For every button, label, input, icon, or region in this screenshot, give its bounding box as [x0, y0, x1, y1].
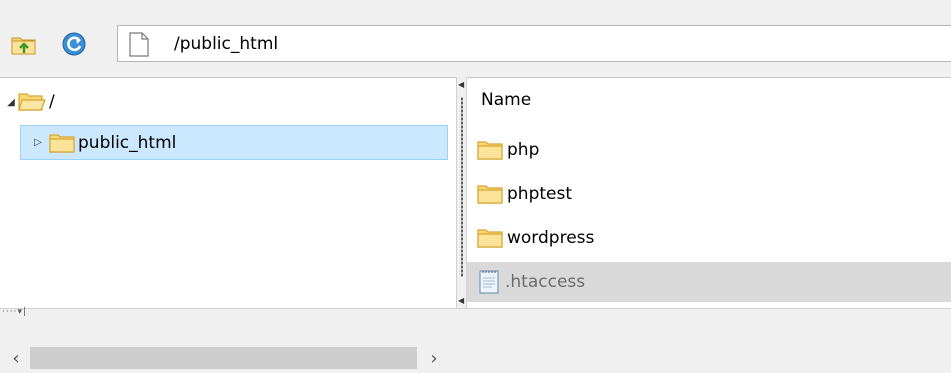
file-name: phptest [507, 184, 573, 204]
folder-open-icon [18, 93, 46, 111]
scroll-left-icon[interactable]: ‹ [6, 348, 26, 369]
collapse-right-icon[interactable]: ◀ [458, 296, 464, 305]
folder-up-icon[interactable] [10, 30, 38, 58]
file-name: .htaccess [505, 272, 586, 292]
file-name: wordpress [507, 228, 595, 248]
tree-item-public-html[interactable]: ▷ public_html [20, 125, 448, 160]
file-row-php[interactable]: php [467, 130, 951, 170]
grip-dropdown-icon[interactable]: ····▾| [2, 307, 27, 317]
file-name: php [507, 140, 540, 160]
file-row-htaccess[interactable]: .htaccess [467, 262, 951, 302]
scrollbar-thumb[interactable] [30, 347, 417, 369]
folder-tree-pane: ◢ / ▷ public_html ‹ › [0, 77, 456, 373]
folder-icon [477, 185, 503, 204]
collapsed-triangle-icon[interactable]: ▷ [31, 137, 45, 148]
tree-root-item[interactable]: ◢ / [4, 87, 55, 117]
tree-root-label: / [49, 92, 55, 112]
tree-item-label: public_html [78, 132, 177, 153]
bottom-strip: ····▾| [0, 307, 951, 321]
refresh-icon[interactable] [60, 30, 88, 58]
horizontal-scrollbar[interactable]: ‹ › [0, 343, 456, 373]
folder-icon [477, 141, 503, 160]
folder-icon [49, 133, 75, 153]
pane-splitter[interactable]: ◀ ◀ [456, 77, 467, 308]
splitter-grip [461, 97, 463, 277]
expanded-triangle-icon[interactable]: ◢ [4, 97, 18, 108]
file-list-pane: Name php phptest wordpress .htaccess [467, 77, 951, 309]
path-field[interactable] [117, 25, 951, 62]
column-header-name[interactable]: Name [481, 90, 531, 110]
file-row-wordpress[interactable]: wordpress [467, 218, 951, 258]
collapse-left-icon[interactable]: ◀ [458, 80, 464, 89]
text-file-icon [479, 270, 499, 294]
scroll-right-icon[interactable]: › [424, 348, 444, 369]
file-icon [129, 32, 149, 57]
folder-icon [477, 229, 503, 248]
file-row-phptest[interactable]: phptest [467, 174, 951, 214]
path-input[interactable] [174, 30, 874, 57]
toolbar [0, 0, 951, 76]
